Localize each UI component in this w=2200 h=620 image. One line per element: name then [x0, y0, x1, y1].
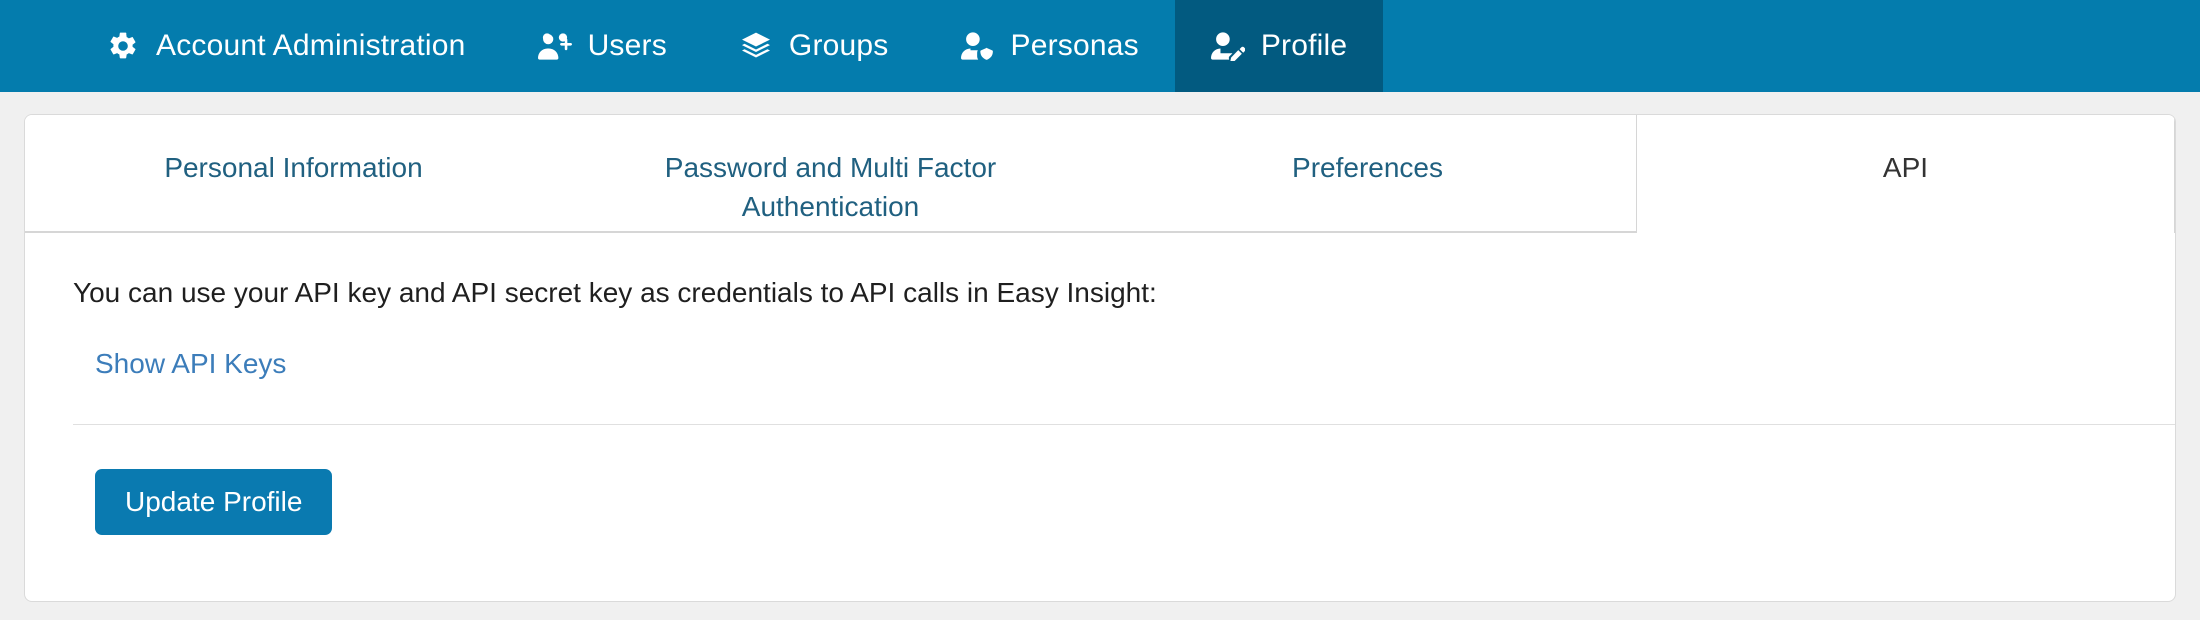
tab-preferences[interactable]: Preferences	[1099, 115, 1636, 233]
app-root: Account Administration Users Groups	[0, 0, 2200, 620]
api-intro-text: You can use your API key and API secret …	[73, 273, 2127, 312]
tab-personal-information[interactable]: Personal Information	[25, 115, 562, 233]
page-body: Personal Information Password and Multi …	[0, 92, 2200, 620]
user-shield-icon	[961, 29, 995, 63]
nav-item-label: Account Administration	[156, 31, 466, 61]
nav-spacer	[1383, 0, 2200, 92]
profile-tab-bar: Personal Information Password and Multi …	[25, 115, 2175, 233]
nav-item-personas[interactable]: Personas	[925, 0, 1175, 92]
gear-icon	[106, 29, 140, 63]
nav-item-users[interactable]: Users	[502, 0, 703, 92]
profile-card: Personal Information Password and Multi …	[24, 114, 2176, 602]
users-icon	[538, 29, 572, 63]
nav-item-groups[interactable]: Groups	[703, 0, 925, 92]
tab-password-and-mfa[interactable]: Password and Multi Factor Authentication	[562, 115, 1099, 233]
tab-label: API	[1883, 149, 1928, 188]
nav-item-label: Personas	[1011, 31, 1139, 61]
tab-label: Personal Information	[164, 149, 422, 188]
show-api-keys-row: Show API Keys	[73, 348, 2127, 380]
api-tab-content: You can use your API key and API secret …	[25, 233, 2175, 535]
tab-label: Preferences	[1292, 149, 1443, 188]
tab-label: Password and Multi Factor Authentication	[621, 149, 1041, 226]
layers-icon	[739, 29, 773, 63]
nav-item-label: Users	[588, 31, 667, 61]
show-api-keys-link[interactable]: Show API Keys	[95, 348, 286, 379]
nav-item-label: Profile	[1261, 31, 1347, 61]
nav-item-account-administration[interactable]: Account Administration	[70, 0, 502, 92]
user-edit-icon	[1211, 29, 1245, 63]
nav-item-profile[interactable]: Profile	[1175, 0, 1383, 92]
tab-api[interactable]: API	[1636, 115, 2175, 233]
update-profile-button[interactable]: Update Profile	[95, 469, 332, 535]
nav-item-label: Groups	[789, 31, 889, 61]
action-row: Update Profile	[73, 425, 2127, 535]
top-navigation-bar: Account Administration Users Groups	[0, 0, 2200, 92]
